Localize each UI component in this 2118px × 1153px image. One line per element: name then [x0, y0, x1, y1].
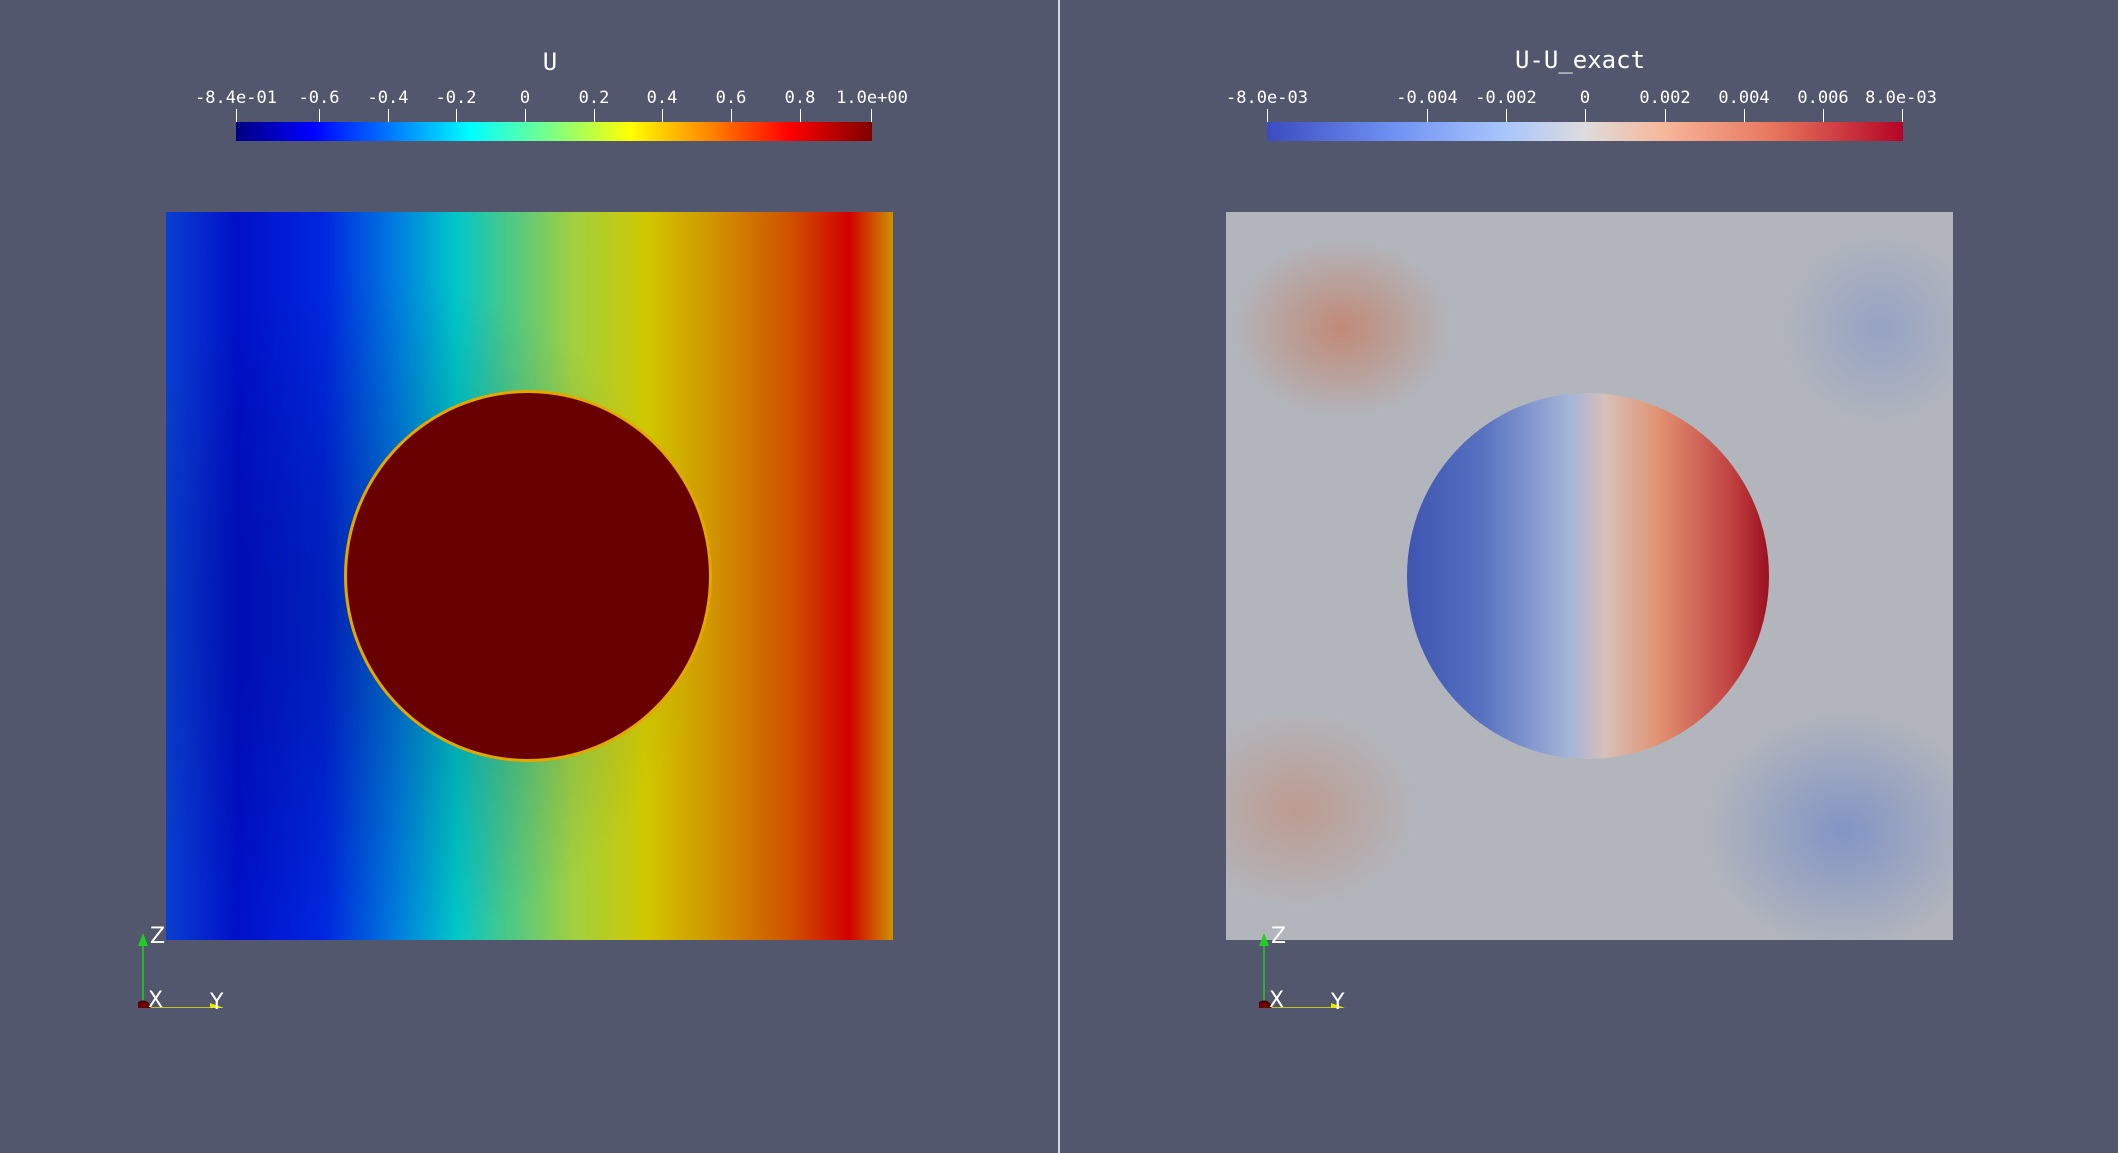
tick: [1665, 109, 1666, 123]
tick: [662, 109, 663, 123]
tick-label: 0: [1579, 88, 1591, 108]
axis-label-z: Z: [1271, 924, 1287, 949]
view-splitter[interactable]: [1058, 0, 1060, 1153]
tick: [800, 109, 801, 123]
tick: [525, 109, 526, 123]
tick: [236, 109, 237, 123]
axis-label-y: Y: [210, 990, 224, 1015]
tick: [1427, 109, 1428, 123]
tick-label: 0: [519, 88, 531, 108]
tick: [1902, 109, 1903, 123]
render-view-error[interactable]: U-U_exact -8.0e-03 -0.004 -0.002 0 0.002…: [1061, 0, 2118, 1153]
inclusion-region: [347, 393, 709, 759]
tick-label: 0.8: [784, 88, 816, 108]
colorbar-tick-labels: -8.0e-03 -0.004 -0.002 0 0.002 0.004 0.0…: [1061, 88, 2118, 108]
field-plot-error[interactable]: [1226, 212, 1953, 940]
tick: [319, 109, 320, 123]
tick-label: 1.0e+00: [836, 88, 908, 108]
orientation-axes: Z X Y: [1256, 924, 1359, 1016]
field-plot-u[interactable]: [166, 212, 893, 940]
tick: [1585, 109, 1586, 123]
tick-label: -0.6: [298, 88, 340, 108]
tick-label: 0.004: [1718, 88, 1770, 108]
tick: [1744, 109, 1745, 123]
render-view-u[interactable]: U -8.4e-01 -0.6 -0.4 -0.2 0 0.2 0.4 0.6 …: [0, 0, 1058, 1153]
tick-label: -0.002: [1475, 88, 1537, 108]
tick-label: 0.4: [646, 88, 678, 108]
axis-label-z: Z: [150, 924, 166, 949]
axis-label-x: X: [1269, 988, 1285, 1013]
tick-label: 0.002: [1639, 88, 1691, 108]
colorbar-error: [1267, 122, 1903, 141]
tick-label: 0.6: [715, 88, 747, 108]
tick-label: -8.0e-03: [1226, 88, 1308, 108]
tick-label: 8.0e-03: [1865, 88, 1937, 108]
tick-label: -8.4e-01: [195, 88, 277, 108]
colorbar-tick-labels: -8.4e-01 -0.6 -0.4 -0.2 0 0.2 0.4 0.6 0.…: [0, 88, 1058, 108]
tick-label: 0.006: [1797, 88, 1849, 108]
tick: [731, 109, 732, 123]
tick: [871, 109, 872, 123]
colorbar-ticks: [0, 109, 1058, 123]
colorbar-title: U: [542, 48, 558, 76]
tick-label: -0.2: [435, 88, 477, 108]
colorbar-title: U-U_exact: [1514, 46, 1646, 74]
tick: [594, 109, 595, 123]
inclusion-region: [1407, 393, 1769, 759]
orientation-axes: Z X Y: [135, 924, 238, 1016]
tick-label: -0.004: [1396, 88, 1458, 108]
axis-label-x: X: [148, 988, 164, 1013]
tick: [1506, 109, 1507, 123]
tick-label: 0.2: [578, 88, 610, 108]
colorbar-ticks: [1061, 109, 2118, 123]
tick: [388, 109, 389, 123]
tick-label: -0.4: [367, 88, 409, 108]
axis-label-y: Y: [1331, 990, 1345, 1015]
tick: [1267, 109, 1268, 123]
colorbar-u: [236, 122, 872, 141]
tick: [1823, 109, 1824, 123]
tick: [456, 109, 457, 123]
